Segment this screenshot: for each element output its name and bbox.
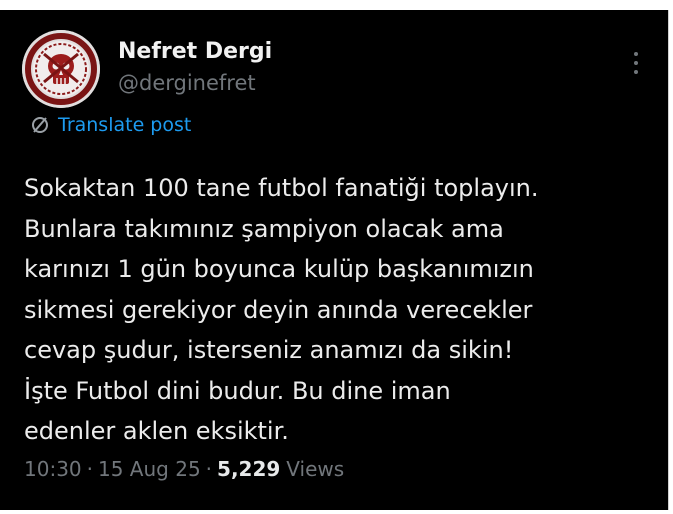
avatar[interactable] bbox=[22, 30, 100, 108]
tweet-text: Sokaktan 100 tane futbol fanatiği toplay… bbox=[24, 168, 654, 452]
tweet-text-line: edenler aklen eksiktir. bbox=[24, 417, 289, 445]
tweet-text-line: Bunlara takımınız şampiyon olacak ama bbox=[24, 214, 504, 243]
tweet-text-line: Sokaktan 100 tane futbol fanatiği toplay… bbox=[24, 174, 539, 202]
translate-label: Translate post bbox=[58, 114, 192, 136]
translate-post-link[interactable]: Translate post bbox=[30, 114, 191, 136]
tweet-header: Nefret Dergi @derginefret bbox=[22, 30, 646, 110]
author-handle[interactable]: @derginefret bbox=[118, 69, 272, 97]
meta-separator: · bbox=[86, 457, 93, 481]
skull-logo-avatar-icon bbox=[22, 30, 100, 108]
tweet-text-line: cevap şudur, isterseniz anamızı da sikin… bbox=[24, 336, 514, 364]
meta-separator: · bbox=[205, 457, 213, 481]
author-names: Nefret Dergi @derginefret bbox=[118, 38, 272, 97]
more-options-icon[interactable] bbox=[630, 52, 642, 82]
author-display-name[interactable]: Nefret Dergi bbox=[118, 38, 272, 66]
tweet-text-line: İşte Futbol dini budur. Bu dine iman bbox=[24, 376, 451, 405]
tweet-meta: 10:30 · 15 Aug 25 · 5,229 Views bbox=[24, 457, 344, 481]
translate-icon bbox=[32, 117, 48, 133]
post-date[interactable]: 15 Aug 25 bbox=[98, 457, 201, 481]
tweet-text-line: sikmesi gerekiyor deyin anında verecekle… bbox=[24, 295, 533, 324]
post-time[interactable]: 10:30 bbox=[24, 457, 82, 481]
tweet-text-line: karınızı 1 gün boyunca kulüp başkanımızı… bbox=[24, 255, 534, 283]
views-count: 5,229 bbox=[217, 457, 281, 481]
views-label: Views bbox=[286, 457, 345, 481]
tweet-card: Nefret Dergi @derginefret Translate post… bbox=[0, 10, 669, 510]
